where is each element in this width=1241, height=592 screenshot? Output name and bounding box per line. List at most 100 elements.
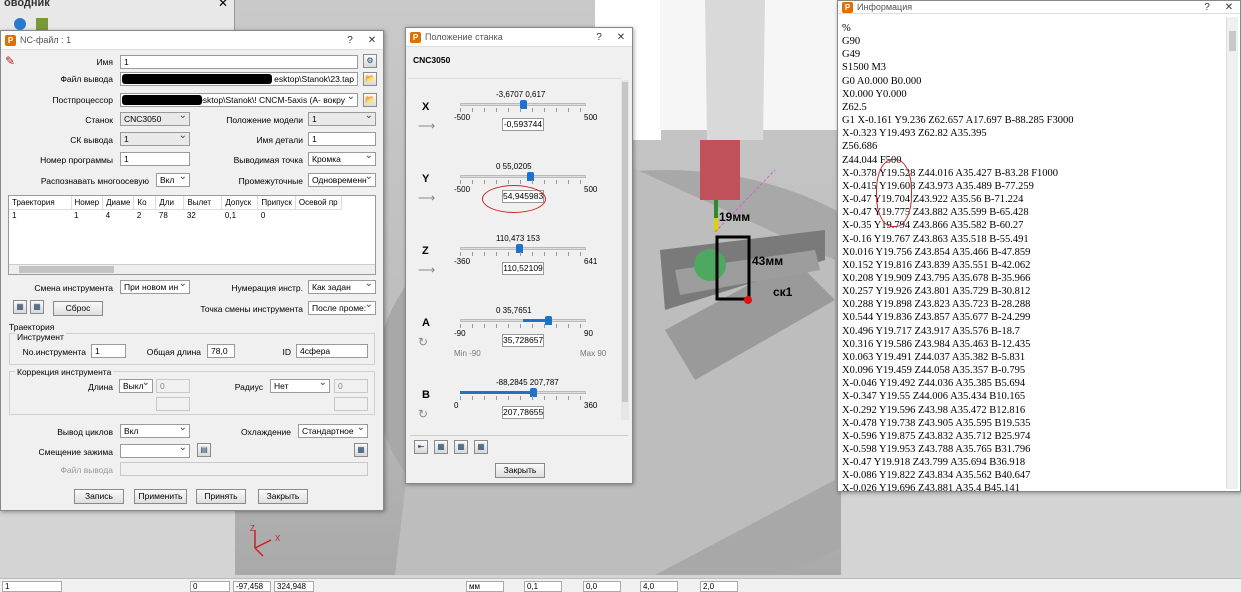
table-header-cell[interactable]: Ко (133, 196, 157, 210)
ck-label: СК вывода (70, 135, 113, 145)
layer-select[interactable]: 1 (2, 581, 62, 592)
out-point-label: Выводимая точка (233, 155, 303, 165)
intermediate-label: Промежуточные (238, 176, 303, 186)
coord-field[interactable]: 0 (190, 581, 230, 592)
folder-icon[interactable]: 📂 (363, 72, 377, 86)
table-header-cell[interactable]: Траектория (9, 196, 72, 210)
radius-select[interactable]: Нет (270, 379, 330, 393)
table-header-cell[interactable]: Номер (71, 196, 104, 210)
tool-change-select[interactable]: При новом ин (120, 280, 190, 294)
tree-icon[interactable] (36, 18, 48, 30)
axis-value-field[interactable]: 207,78655 (502, 406, 544, 419)
machine-select[interactable]: CNC3050 (120, 112, 190, 126)
vertical-scrollbar[interactable] (1226, 17, 1238, 489)
cycles-select[interactable]: Вкл (120, 424, 190, 438)
calc-icon[interactable]: ▦ (354, 443, 368, 457)
axis-min: -90 (454, 329, 466, 338)
prog-num-label: Номер программы (40, 155, 113, 165)
tool-no-field[interactable]: 1 (91, 344, 126, 358)
align-icon[interactable]: ⇤ (414, 440, 428, 454)
post-label: Постпроцессор (52, 95, 113, 105)
table-header-cell[interactable]: Осевой пр (295, 196, 342, 210)
tool-change-point-select[interactable]: После проме: (308, 301, 376, 315)
part-name-field[interactable]: 1 (308, 132, 376, 146)
unit-select[interactable]: мм (466, 581, 504, 592)
close-dialog-button[interactable]: Закрыть (495, 463, 545, 478)
axis-max-label: Max 90 (580, 349, 607, 358)
table-icon[interactable]: ▦ (474, 440, 488, 454)
axes-panel: X ⟶ -3,6707 0,617 -500 500 -0,593744 Y ⟶ 0 55,02… (408, 78, 622, 423)
table-header-cell[interactable]: Диаме (102, 196, 135, 210)
table-cell: 1 (12, 211, 17, 221)
axis-ticks (460, 180, 586, 184)
tool-num-select[interactable]: Как задан (308, 280, 376, 294)
axis-value-field[interactable]: 35,728657 (502, 334, 544, 347)
info-title: Информация (857, 2, 913, 12)
axis-ticks (460, 108, 586, 112)
help-button[interactable]: ? (339, 35, 361, 46)
horizontal-scrollbar[interactable] (9, 264, 375, 274)
coord-field[interactable]: 324,948 (274, 581, 314, 592)
arrow-icon: ⟶ (418, 263, 436, 277)
nc-code-text[interactable]: % G90 G49 S1500 M3 G0 A0.000 B0.000 X0.0… (842, 22, 1074, 496)
tool-info-icon[interactable]: ⚙ (363, 54, 377, 68)
reset-button[interactable]: Сброс (53, 301, 103, 316)
vertical-scrollbar[interactable] (621, 80, 629, 420)
intermediate-select[interactable]: Одновременн (308, 173, 376, 187)
axis-marks: 110,473 153 (496, 234, 540, 243)
name-label: Имя (96, 57, 113, 67)
table-header-cell[interactable]: Дли (155, 196, 185, 210)
grid-icon[interactable]: ▦ (30, 300, 44, 314)
close-button[interactable]: ✕ (610, 32, 632, 43)
table-icon[interactable]: ▦ (434, 440, 448, 454)
table-header-cell[interactable]: Допуск (221, 196, 259, 210)
folder-icon[interactable]: 📂 (363, 93, 377, 107)
tool-group-label: Инструмент (15, 332, 66, 342)
tolerance-field[interactable]: 0,1 (524, 581, 562, 592)
ck-select[interactable]: 1 (120, 132, 190, 146)
diameter-field[interactable]: 4,0 (640, 581, 678, 592)
grid-icon[interactable]: ▦ (13, 300, 27, 314)
multiaxis-select[interactable]: Вкл (156, 173, 190, 187)
axis-value-field[interactable]: -0,593744 (502, 118, 544, 131)
sk1-label: ск1 (773, 285, 793, 299)
total-len-field[interactable]: 78,0 (207, 344, 235, 358)
accept-button[interactable]: Принять (196, 489, 246, 504)
length-select[interactable]: Выкл (119, 379, 153, 393)
dim-43-label: 43мм (752, 254, 784, 268)
name-field[interactable]: 1 (120, 55, 358, 69)
axis-ticks (460, 396, 586, 400)
apply-button[interactable]: Применить (134, 489, 187, 504)
id-field[interactable]: 4сфера (296, 344, 368, 358)
close-button[interactable]: ✕ (1218, 2, 1240, 13)
table-header-cell[interactable]: Вылет (183, 196, 223, 210)
axis-value-field[interactable]: 110,52109 (502, 262, 544, 275)
close-button[interactable]: ✕ (361, 35, 383, 46)
cooling-label: Охлаждение (241, 427, 291, 437)
table-icon[interactable]: ▦ (454, 440, 468, 454)
globe-icon[interactable] (14, 18, 26, 30)
clamp-select[interactable] (120, 444, 190, 458)
trajectory-table[interactable]: Траектория Номер Диаме Ко Дли Вылет Допуск Прип… (8, 195, 376, 275)
table-row[interactable]: 1 1 4 2 78 32 0,1 0 (9, 209, 341, 222)
clamp-icon[interactable]: ▤ (197, 443, 211, 457)
model-pos-select[interactable]: 1 (308, 112, 376, 126)
out-point-select[interactable]: Кромка (308, 152, 376, 166)
stock-field[interactable]: 0,0 (583, 581, 621, 592)
step-field[interactable]: 2,0 (700, 581, 738, 592)
write-button[interactable]: Запись (74, 489, 124, 504)
close-icon[interactable]: ✕ (218, 0, 228, 10)
prog-num-field[interactable]: 1 (120, 152, 190, 166)
axis-letter: Y (422, 173, 430, 185)
axis-ticks (460, 324, 586, 328)
correction-group (9, 371, 375, 415)
coord-field[interactable]: -97,458 (233, 581, 271, 592)
axis-slider-track[interactable] (460, 175, 586, 178)
table-header-cell[interactable]: Припуск (257, 196, 296, 210)
help-button[interactable]: ? (1196, 2, 1218, 13)
help-button[interactable]: ? (588, 32, 610, 43)
close-dialog-button[interactable]: Закрыть (258, 489, 308, 504)
axis-min-label: Min -90 (454, 349, 481, 358)
axis-slider-fill (460, 391, 533, 394)
cooling-select[interactable]: Стандартное (298, 424, 368, 438)
